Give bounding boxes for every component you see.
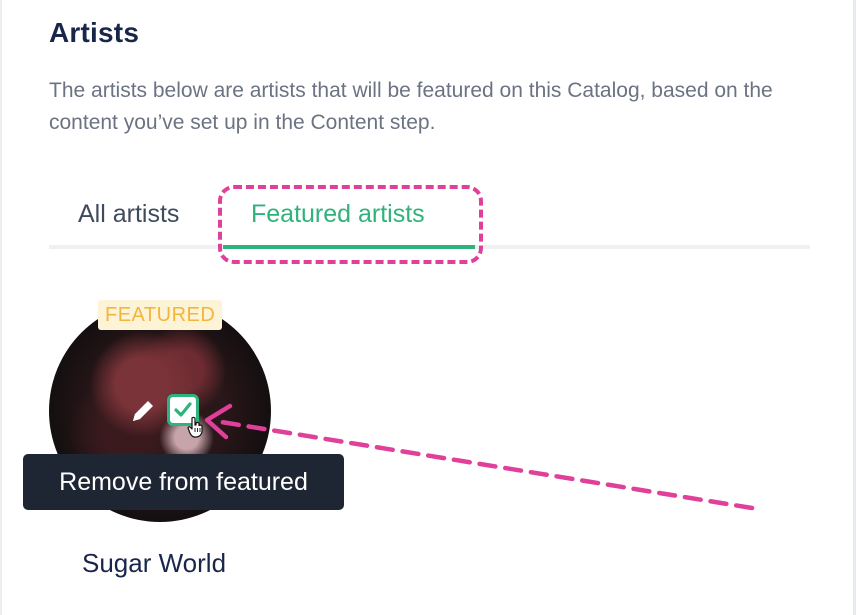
annotation-highlight-box [218, 185, 483, 264]
hand-pointer-icon [187, 416, 205, 438]
section-description: The artists below are artists that will … [49, 79, 773, 134]
pencil-icon[interactable] [129, 395, 159, 425]
featured-badge: FEATURED [98, 300, 223, 330]
artist-card[interactable]: FEATURED [49, 300, 271, 590]
tab-all-artists[interactable]: All artists [78, 200, 179, 229]
artist-name[interactable]: Sugar World [82, 548, 226, 579]
artists-page: Artists The artists below are artists th… [0, 0, 856, 615]
left-divider [0, 0, 2, 615]
section-title: Artists [49, 17, 140, 48]
remove-featured-tooltip: Remove from featured [23, 454, 344, 510]
